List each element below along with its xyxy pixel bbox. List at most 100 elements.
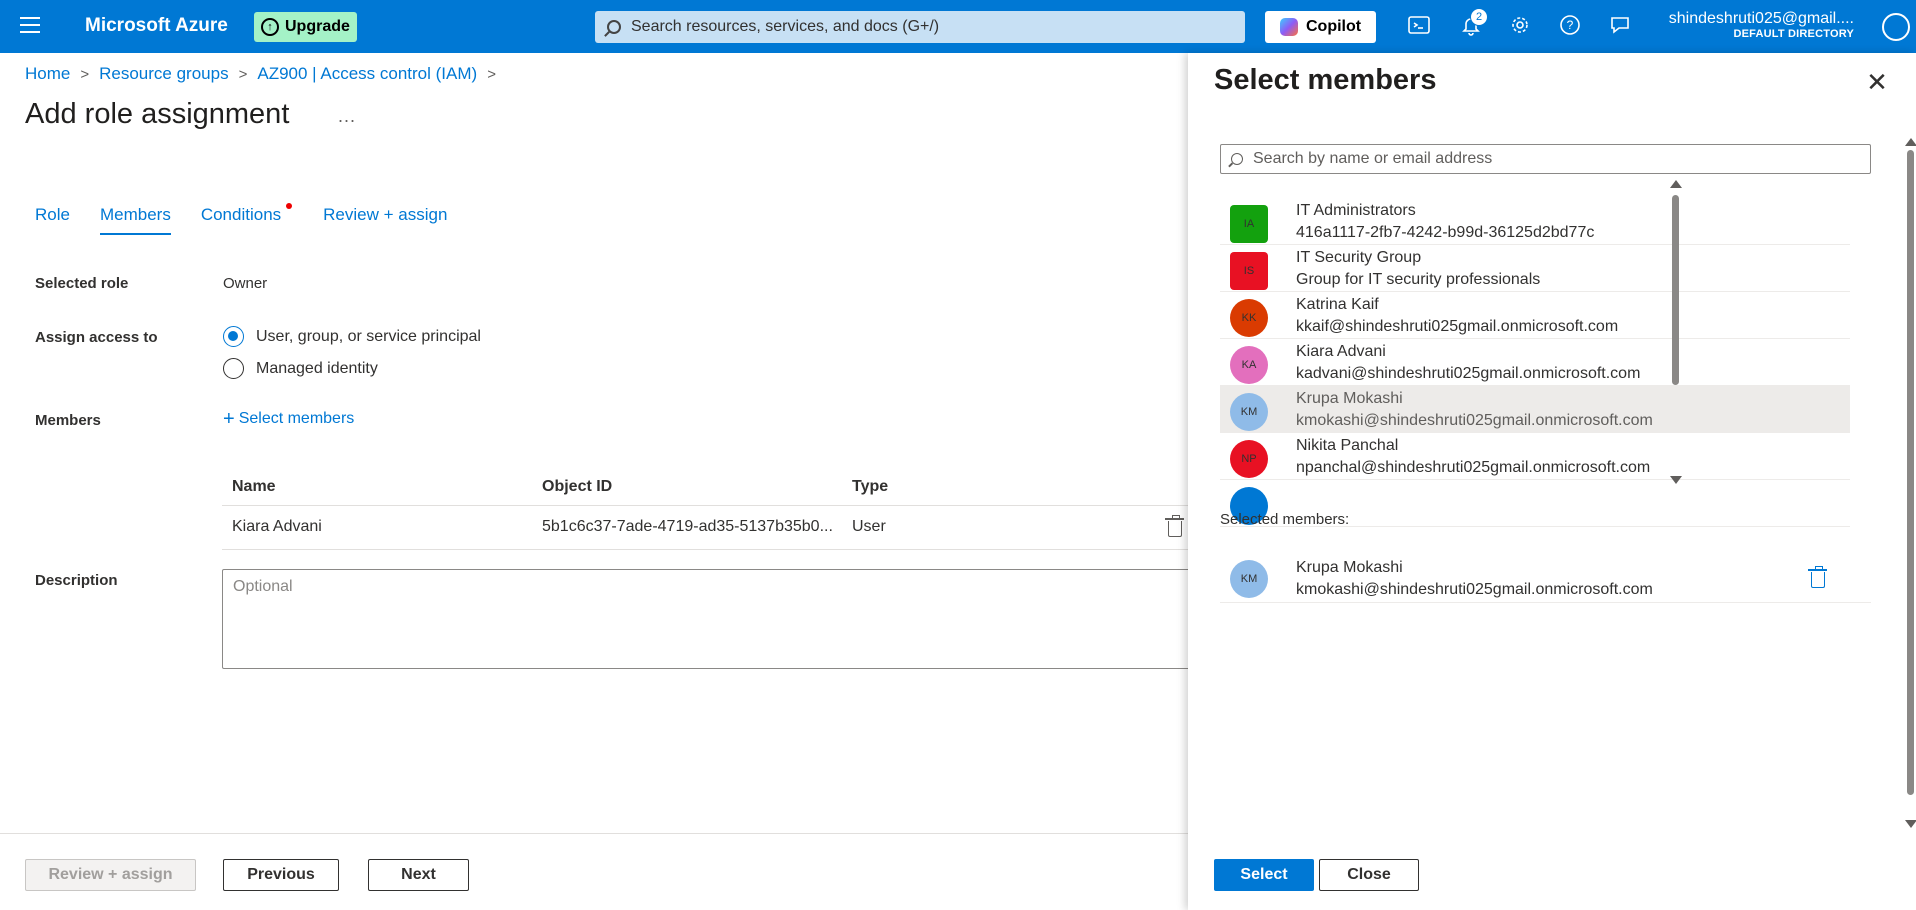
avatar: KM (1230, 393, 1268, 431)
table-row: Kiara Advani 5b1c6c37-7ade-4719-ad35-513… (222, 506, 1190, 550)
select-members-link[interactable]: + Select members (223, 409, 355, 429)
members-table: Name Object ID Type Kiara Advani 5b1c6c3… (222, 466, 1190, 550)
wizard-tabs: Role Members Conditions Review + assign (35, 203, 477, 235)
more-options-icon[interactable]: ... (338, 106, 356, 127)
list-item-name: Kiara Advani (1296, 343, 1386, 360)
breadcrumb-access-control[interactable]: AZ900 | Access control (IAM) (257, 64, 477, 84)
tab-conditions-label: Conditions (200, 205, 282, 224)
selected-member-item: KM Krupa Mokashi kmokashi@shindeshruti02… (1220, 555, 1871, 603)
radio-user-group-principal-label: User, group, or service principal (256, 327, 481, 345)
scrollbar-thumb[interactable] (1672, 195, 1679, 385)
breadcrumb-resource-groups[interactable]: Resource groups (99, 64, 228, 84)
svg-text:?: ? (1567, 18, 1574, 32)
list-item-name: IT Security Group (1296, 249, 1422, 266)
close-button[interactable]: Close (1319, 859, 1419, 891)
tab-role[interactable]: Role (35, 205, 70, 235)
wizard-footer: Review + assign Previous Next (0, 833, 1190, 910)
next-button[interactable]: Next (368, 859, 469, 891)
scroll-up-icon[interactable] (1905, 138, 1916, 146)
top-bar: Microsoft Azure ↑ Upgrade Search resourc… (0, 0, 1916, 53)
scrollbar-thumb[interactable] (1907, 150, 1914, 795)
panel-title: Select members (1214, 64, 1437, 96)
list-item[interactable]: KK Katrina Kaif kkaif@shindeshruti025gma… (1220, 292, 1850, 339)
list-item[interactable]: IA IT Administrators 416a1117-2fb7-4242-… (1220, 198, 1850, 245)
close-icon[interactable]: ✕ (1864, 69, 1890, 95)
select-button[interactable]: Select (1214, 859, 1314, 891)
select-members-panel: Select members ✕ Search by name or email… (1188, 53, 1916, 910)
list-item[interactable]: IS IT Security Group Group for IT securi… (1220, 245, 1850, 292)
radio-managed-identity-label: Managed identity (256, 359, 378, 377)
member-list-scrollbar[interactable] (1670, 180, 1682, 484)
list-item-name: Katrina Kaif (1296, 296, 1379, 313)
selected-role-label: Selected role (35, 275, 129, 292)
required-dot-icon (286, 203, 293, 209)
list-item-name: Krupa Mokashi (1296, 390, 1403, 407)
radio-user-group-principal[interactable]: User, group, or service principal (223, 326, 481, 347)
list-item-subtitle: Group for IT security professionals (1296, 271, 1541, 288)
scroll-down-icon[interactable] (1905, 820, 1916, 828)
radio-unselected-icon (223, 358, 244, 379)
member-search-placeholder: Search by name or email address (1253, 150, 1493, 167)
selected-member-email: kmokashi@shindeshruti025gmail.onmicrosof… (1296, 581, 1653, 598)
selected-role-value: Owner (223, 275, 268, 292)
column-header-object-id: Object ID (542, 478, 613, 495)
column-header-type: Type (852, 478, 889, 495)
breadcrumb-home[interactable]: Home (25, 64, 70, 84)
member-search-input[interactable]: Search by name or email address (1220, 144, 1871, 174)
selected-members-label: Selected members: (1220, 511, 1350, 528)
page-title: Add role assignment (25, 98, 290, 130)
upgrade-label: Upgrade (285, 18, 350, 35)
copilot-label: Copilot (1306, 18, 1362, 35)
help-icon[interactable]: ? (1557, 14, 1583, 40)
account-menu[interactable]: shindeshruti025@gmail.... DEFAULT DIRECT… (1669, 10, 1854, 40)
list-item-subtitle: kadvani@shindeshruti025gmail.onmicrosoft… (1296, 365, 1641, 382)
list-item-subtitle: kmokashi@shindeshruti025gmail.onmicrosof… (1296, 412, 1653, 429)
member-results-list: IA IT Administrators 416a1117-2fb7-4242-… (1220, 198, 1850, 536)
avatar: KA (1230, 346, 1268, 384)
tab-conditions[interactable]: Conditions (200, 203, 293, 235)
hamburger-menu-icon[interactable] (20, 17, 40, 35)
list-item[interactable]: NP Nikita Panchal npanchal@shindeshruti0… (1220, 433, 1850, 480)
avatar: KM (1230, 560, 1268, 598)
radio-selected-icon (223, 326, 244, 347)
scroll-up-icon[interactable] (1670, 180, 1682, 188)
description-placeholder: Optional (233, 578, 293, 595)
tab-members[interactable]: Members (99, 205, 171, 235)
user-email: shindeshruti025@gmail.... (1668, 10, 1854, 27)
copilot-button[interactable]: Copilot (1265, 11, 1376, 43)
scroll-down-icon[interactable] (1670, 476, 1682, 484)
list-item-name: Nikita Panchal (1296, 437, 1399, 454)
tab-review-assign[interactable]: Review + assign (323, 205, 447, 235)
members-label: Members (35, 412, 101, 429)
avatar: IS (1230, 252, 1268, 290)
copilot-icon (1280, 18, 1298, 36)
select-members-link-label: Select members (238, 410, 355, 427)
assign-access-label: Assign access to (35, 329, 158, 346)
table-header: Name Object ID Type (222, 466, 1190, 506)
user-avatar[interactable] (1882, 13, 1910, 41)
cloud-shell-icon[interactable] (1406, 14, 1432, 40)
description-textarea[interactable]: Optional (222, 569, 1190, 669)
delete-trash-icon[interactable] (1165, 515, 1184, 537)
user-directory: DEFAULT DIRECTORY (1733, 28, 1854, 40)
settings-gear-icon[interactable] (1507, 14, 1533, 40)
member-type: User (852, 518, 886, 535)
feedback-icon[interactable] (1607, 14, 1633, 40)
column-header-name: Name (232, 478, 276, 495)
list-item[interactable]: KM Krupa Mokashi kmokashi@shindeshruti02… (1220, 386, 1850, 433)
review-assign-button[interactable]: Review + assign (25, 859, 196, 891)
chevron-right-icon: > (238, 65, 248, 83)
list-item[interactable]: KA Kiara Advani kadvani@shindeshruti025g… (1220, 339, 1850, 386)
global-search-input[interactable]: Search resources, services, and docs (G+… (595, 11, 1245, 43)
member-name: Kiara Advani (232, 518, 322, 535)
search-icon (1231, 153, 1243, 165)
radio-managed-identity[interactable]: Managed identity (223, 358, 378, 379)
notification-count-badge: 2 (1470, 8, 1488, 26)
arrow-up-circle-icon: ↑ (261, 18, 279, 36)
brand-title[interactable]: Microsoft Azure (85, 15, 228, 37)
previous-button[interactable]: Previous (223, 859, 339, 891)
remove-trash-icon[interactable] (1808, 566, 1827, 588)
panel-scrollbar[interactable] (1905, 138, 1916, 828)
avatar: NP (1230, 440, 1268, 478)
upgrade-button[interactable]: ↑ Upgrade (254, 12, 357, 42)
